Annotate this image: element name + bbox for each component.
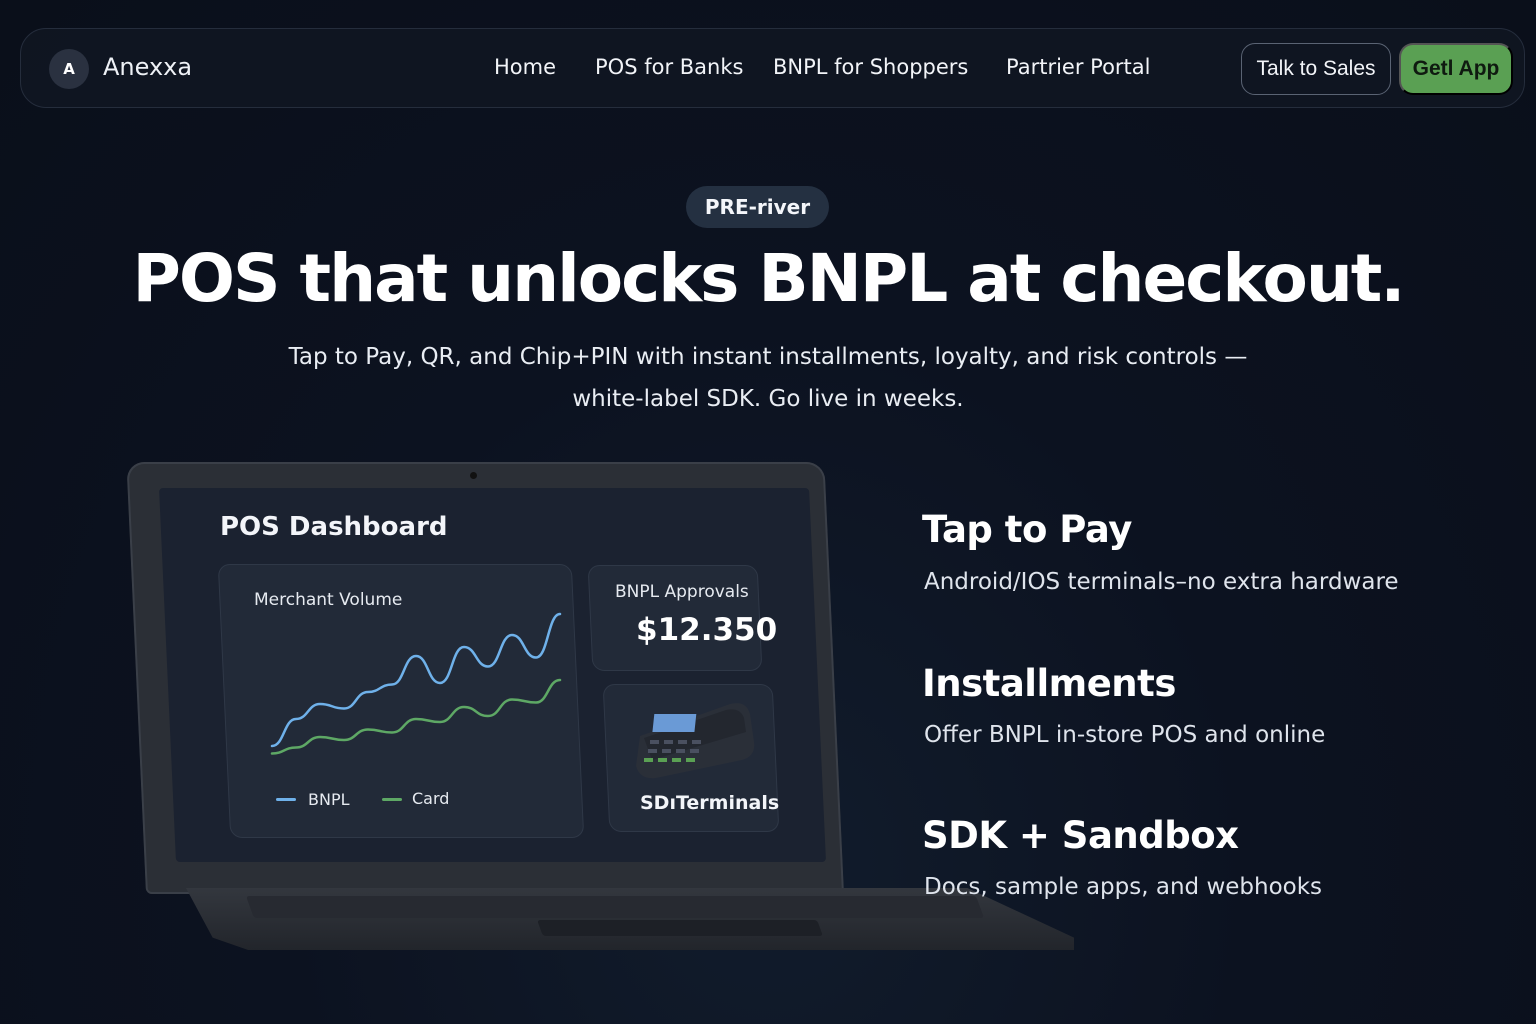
nav-link-pos-for-banks[interactable]: POS for Banks	[595, 55, 743, 79]
feature-tap-to-pay-title: Tap to Pay	[922, 508, 1132, 551]
feature-sdk-sandbox-desc: Docs, sample apps, and webhooks	[924, 874, 1323, 900]
landing-page: A Anexxa Home POS for Banks BNPL for Sho…	[0, 0, 1536, 1024]
sdk-terminals-label: SDıTerminals	[640, 792, 780, 814]
legend-bnpl-swatch	[276, 798, 296, 801]
feature-tap-to-pay-desc: Android/IOS terminals–no extra hardware	[924, 569, 1399, 595]
legend-card-label: Card	[412, 789, 450, 808]
nav-link-partner-portal[interactable]: Partrier Portal	[1006, 55, 1151, 79]
series-line-card	[270, 678, 562, 755]
get-app-button[interactable]: Getl App	[1399, 43, 1513, 95]
brand-name[interactable]: Anexxa	[103, 53, 192, 81]
feature-installments-title: Installments	[922, 662, 1176, 705]
hero-title: POS that unlocks BNPL at checkout.	[132, 240, 1406, 317]
merchant-volume-chart	[270, 612, 562, 755]
hero-badge: PRE-river	[686, 186, 829, 228]
hero-subtitle-line-2: white-label SDK. Go live in weeks.	[572, 386, 964, 412]
legend-card-swatch	[382, 798, 402, 801]
bnpl-approvals-label: BNPL Approvals	[615, 582, 749, 602]
top-navbar: A Anexxa Home POS for Banks BNPL for Sho…	[20, 28, 1525, 108]
nav-link-bnpl-for-shoppers[interactable]: BNPL for Shoppers	[773, 55, 968, 79]
hero-subtitle: Tap to Pay, QR, and Chip+PIN with instan…	[268, 336, 1268, 420]
dashboard-title: POS Dashboard	[220, 512, 448, 542]
series-line-bnpl	[270, 612, 562, 748]
laptop-trackpad	[537, 920, 823, 936]
legend-bnpl-label: BNPL	[308, 790, 350, 809]
feature-installments-desc: Offer BNPL in-store POS and online	[924, 722, 1326, 748]
brand-logo-icon[interactable]: A	[49, 49, 89, 89]
talk-to-sales-button[interactable]: Talk to Sales	[1241, 43, 1391, 95]
feature-sdk-sandbox-title: SDK + Sandbox	[922, 814, 1239, 857]
pos-terminal-icon	[636, 703, 755, 779]
hero-subtitle-line-1: Tap to Pay, QR, and Chip+PIN with instan…	[288, 344, 1248, 370]
laptop-camera	[470, 472, 477, 479]
bnpl-approvals-value: $12.350	[636, 612, 778, 648]
nav-link-home[interactable]: Home	[494, 55, 556, 79]
laptop-keyboard	[245, 896, 985, 918]
